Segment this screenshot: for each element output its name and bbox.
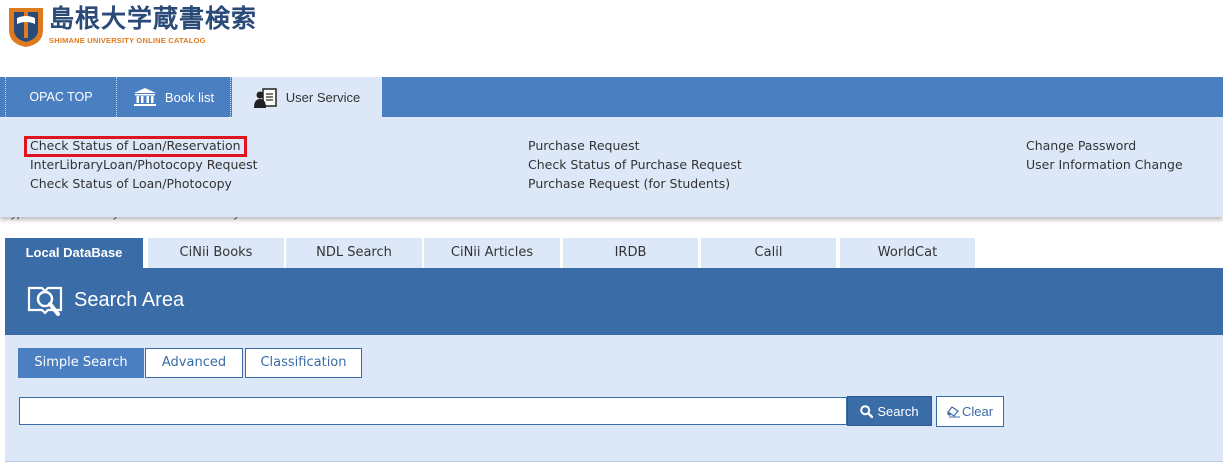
- tab-cinii-books[interactable]: CiNii Books: [148, 238, 284, 268]
- advanced-search-tab[interactable]: Advanced: [145, 348, 243, 378]
- nav-book-list[interactable]: Book list: [117, 77, 231, 117]
- tab-cinii-articles[interactable]: CiNii Articles: [424, 238, 560, 268]
- user-service-menu: Check Status of Loan/Reservation InterLi…: [0, 117, 1223, 217]
- clear-button[interactable]: Clear: [936, 396, 1004, 427]
- search-button[interactable]: Search: [847, 396, 932, 426]
- nav-user-service[interactable]: User Service: [232, 77, 382, 118]
- tab-calil[interactable]: Calil: [701, 238, 836, 268]
- classification-search-tab[interactable]: Classification: [245, 348, 362, 378]
- header: 島根大学蔵書検索 SHIMANE UNIVERSITY ONLINE CATAL…: [0, 0, 1223, 77]
- menu-purchase-request[interactable]: Purchase Request: [528, 136, 742, 155]
- eraser-icon: [946, 405, 961, 418]
- menu-check-purchase-request[interactable]: Check Status of Purchase Request: [528, 155, 742, 174]
- search-area-header: Search Area: [5, 268, 1223, 335]
- main-nav: OPAC TOP Book list User Service: [0, 77, 1223, 118]
- menu-column-account: Change Password User Information Change: [1026, 136, 1183, 174]
- search-area-title: Search Area: [74, 289, 185, 311]
- menu-ill-photocopy-request[interactable]: InterLibraryLoan/Photocopy Request: [30, 155, 258, 174]
- menu-purchase-request-students[interactable]: Purchase Request (for Students): [528, 174, 742, 193]
- logo-title: 島根大学蔵書検索: [49, 4, 258, 33]
- nav-book-list-label: Book list: [164, 89, 215, 105]
- library-building-icon: [133, 87, 157, 107]
- clear-button-label: Clear: [961, 404, 994, 419]
- nav-user-service-label: User Service: [285, 90, 361, 105]
- menu-column-loan: Check Status of Loan/Reservation InterLi…: [30, 136, 258, 193]
- simple-search-tab[interactable]: Simple Search: [18, 348, 144, 378]
- menu-user-info-change[interactable]: User Information Change: [1026, 155, 1183, 174]
- search-input[interactable]: [19, 397, 847, 425]
- nav-opac-top-label: OPAC TOP: [29, 90, 93, 104]
- search-button-label: Search: [877, 403, 919, 419]
- nav-opac-top[interactable]: OPAC TOP: [5, 77, 117, 117]
- university-logo-icon: [7, 4, 45, 48]
- user-document-icon: [253, 87, 278, 109]
- tab-ndl-search[interactable]: NDL Search: [286, 238, 422, 268]
- tab-worldcat[interactable]: WorldCat: [840, 238, 975, 268]
- tab-irdb[interactable]: IRDB: [563, 238, 698, 268]
- tab-local-database[interactable]: Local DataBase: [5, 238, 143, 268]
- logo[interactable]: 島根大学蔵書検索 SHIMANE UNIVERSITY ONLINE CATAL…: [7, 4, 257, 48]
- menu-change-password[interactable]: Change Password: [1026, 136, 1183, 155]
- menu-check-loan-photocopy[interactable]: Check Status of Loan/Photocopy: [30, 174, 258, 193]
- menu-check-loan-reservation[interactable]: Check Status of Loan/Reservation: [30, 136, 258, 155]
- logo-subtitle: SHIMANE UNIVERSITY ONLINE CATALOG: [49, 36, 206, 45]
- book-search-icon: [27, 284, 65, 322]
- magnifier-icon: [860, 404, 874, 418]
- menu-column-purchase: Purchase Request Check Status of Purchas…: [528, 136, 742, 193]
